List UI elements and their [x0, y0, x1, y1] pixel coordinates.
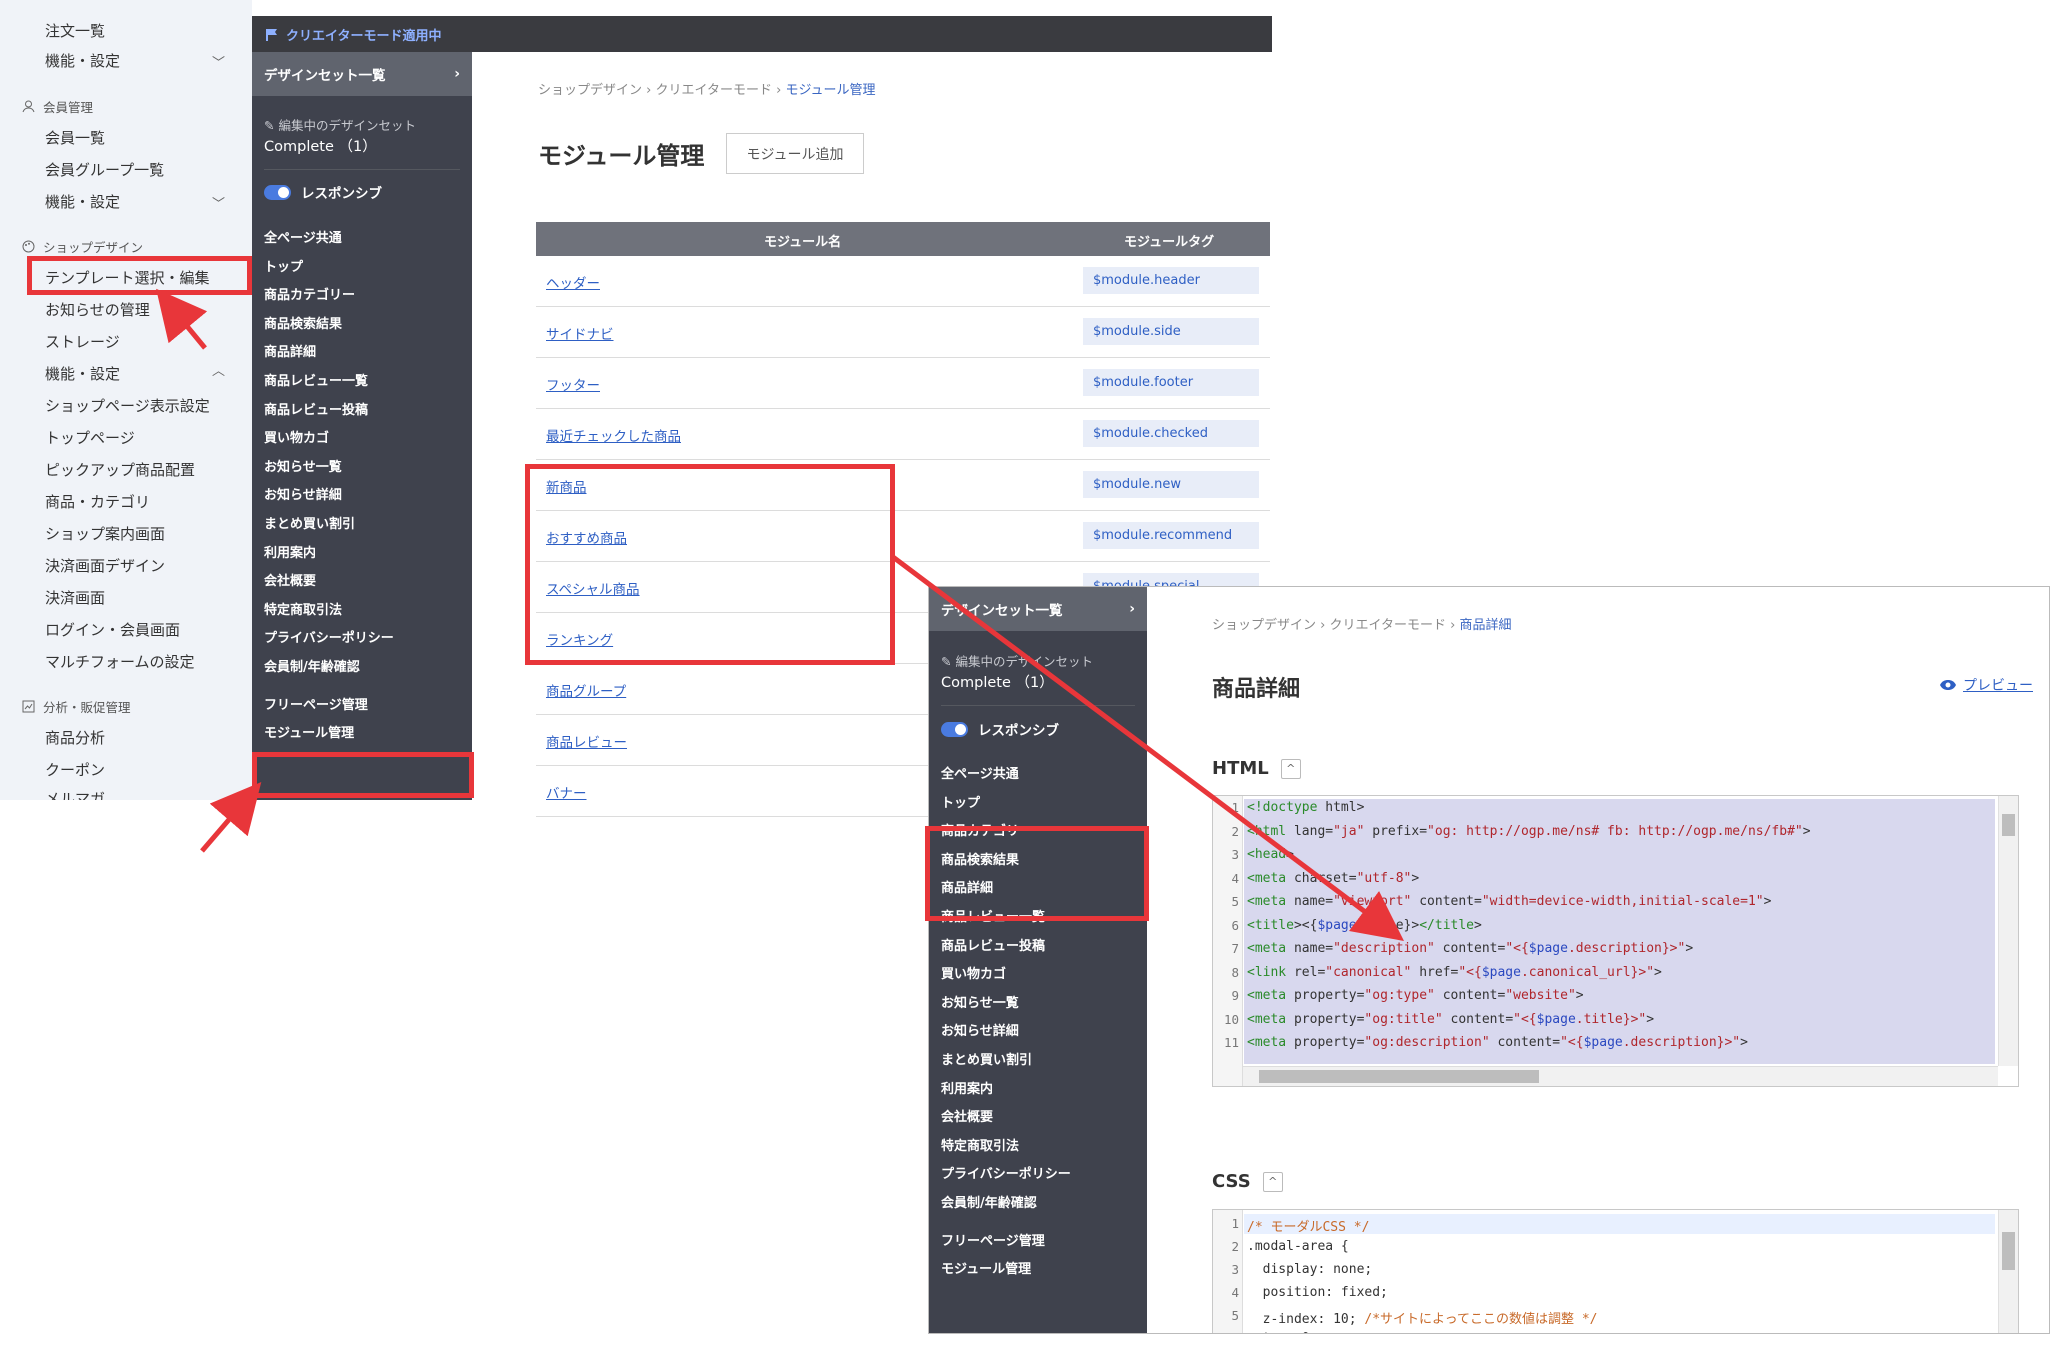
- annotation-arrows: [156, 288, 1404, 942]
- arrow-to-code: [891, 555, 1404, 942]
- arrow-to-template: [156, 288, 208, 350]
- arrow-to-module: [200, 782, 262, 853]
